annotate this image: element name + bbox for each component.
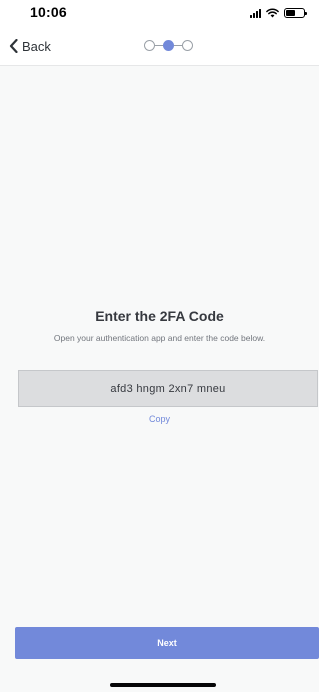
auth-code[interactable]: afd3 hngm 2xn7 mneu: [110, 383, 225, 395]
two-factor-setup-screen: 10:06 Back Enter the 2FA Code Open your …: [0, 0, 319, 692]
signal-icon: [250, 8, 261, 18]
step-connector: [174, 45, 182, 46]
copy-button[interactable]: Copy: [0, 414, 319, 424]
battery-fill: [286, 10, 295, 16]
step-dot-3: [182, 40, 193, 51]
step-dot-1: [144, 40, 155, 51]
status-icons: [250, 7, 307, 19]
next-button[interactable]: Next: [15, 627, 319, 659]
battery-icon: [284, 8, 307, 18]
auth-code-box[interactable]: afd3 hngm 2xn7 mneu: [18, 370, 318, 407]
chevron-left-icon: [9, 39, 18, 53]
step-dot-2: [163, 40, 174, 51]
wifi-icon: [266, 8, 279, 18]
status-time: 10:06: [30, 4, 67, 20]
page-subtitle: Open your authentication app and enter t…: [53, 333, 266, 343]
home-indicator[interactable]: [110, 683, 216, 687]
step-connector: [155, 45, 163, 46]
nav-header: Back: [0, 26, 319, 66]
back-label: Back: [22, 38, 51, 54]
page-title: Enter the 2FA Code: [95, 308, 224, 324]
back-button[interactable]: Back: [9, 35, 51, 57]
step-indicator: [144, 40, 194, 52]
status-bar: 10:06: [0, 0, 319, 26]
